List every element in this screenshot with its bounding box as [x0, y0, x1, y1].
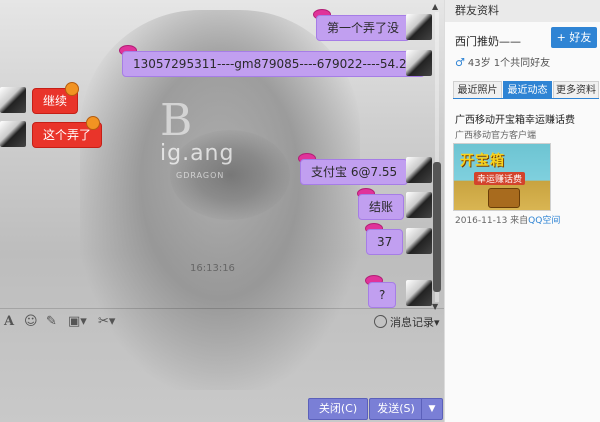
- history-label: 消息记录: [390, 316, 434, 329]
- feed-image[interactable]: 开宝箱 幸运赚话费: [453, 143, 551, 211]
- feed-title[interactable]: 广西移动开宝箱幸运赚话费: [455, 111, 575, 126]
- edit-icon[interactable]: ✎: [46, 314, 57, 329]
- feed-source: 广西移动官方客户端: [455, 131, 537, 141]
- tab-recent-photos[interactable]: 最近照片: [453, 81, 502, 99]
- member-info-text: 43岁 1个共同好友: [467, 58, 551, 69]
- scroll-up-icon[interactable]: ▲: [432, 2, 438, 11]
- treasure-chest-icon: [488, 188, 520, 208]
- chat-bubble[interactable]: 13057295311----gm879085----679022----54.…: [122, 51, 426, 77]
- male-icon: ♂: [455, 56, 465, 69]
- avatar[interactable]: [406, 14, 432, 40]
- message-list: 第一个弄了没 13057295311----gm879085----679022…: [0, 0, 444, 308]
- member-name: 西门推奶——: [455, 35, 521, 48]
- chat-bubble[interactable]: 37: [366, 229, 404, 255]
- avatar[interactable]: [406, 192, 432, 218]
- pin-icon: [86, 116, 100, 130]
- member-info: ♂ 43岁 1个共同好友: [455, 54, 550, 69]
- avatar[interactable]: [0, 121, 26, 147]
- chat-scrollbar[interactable]: ▲ ▼: [432, 2, 441, 311]
- font-icon[interactable]: A: [4, 314, 14, 329]
- chat-bubble[interactable]: ?: [368, 282, 397, 308]
- avatar[interactable]: [406, 50, 432, 76]
- feed-image-subtitle: 幸运赚话费: [474, 172, 526, 185]
- chat-bubble[interactable]: 结账: [358, 194, 405, 220]
- add-friend-button[interactable]: + 好友: [551, 27, 597, 48]
- chat-window: B ig.ang GDRAGON 第一个弄了没 13057295311----g…: [0, 0, 444, 422]
- tab-recent-activity[interactable]: 最近动态: [503, 81, 552, 99]
- chat-bubble[interactable]: 第一个弄了没: [316, 15, 411, 41]
- input-toolbar: A ☺ ✎ ▣▾ ✂▾ 消息记录▾: [0, 308, 444, 335]
- close-button[interactable]: 关闭(C): [308, 398, 368, 420]
- message-history-button[interactable]: 消息记录▾: [374, 314, 440, 330]
- feed-date-text: 2016-11-13 来自: [455, 216, 529, 226]
- panel-title: 群友资料: [445, 0, 600, 22]
- tab-more-info[interactable]: 更多资料: [553, 81, 599, 99]
- pin-icon: [65, 82, 79, 96]
- avatar[interactable]: [406, 228, 432, 254]
- clock-icon: [374, 315, 387, 328]
- chevron-down-icon: ▾: [434, 316, 440, 329]
- feed-date: 2016-11-13 来自QQ空间: [455, 213, 560, 226]
- tab-divider: [453, 98, 599, 99]
- chat-bubble[interactable]: 支付宝 6@7.55: [300, 159, 409, 185]
- feed-image-title: 开宝箱: [460, 153, 505, 169]
- image-icon[interactable]: ▣▾: [68, 314, 87, 329]
- qzone-link[interactable]: QQ空间: [528, 216, 560, 226]
- profile-tabs: 最近照片 最近动态 更多资料: [453, 81, 599, 99]
- scissors-icon[interactable]: ✂▾: [98, 314, 115, 329]
- member-profile-panel: 群友资料 西门推奶—— + 好友 ♂ 43岁 1个共同好友 最近照片 最近动态 更…: [444, 0, 600, 422]
- emoji-icon[interactable]: ☺: [24, 314, 38, 329]
- scrollbar-thumb[interactable]: [433, 162, 441, 292]
- send-button[interactable]: 发送(S): [369, 398, 423, 420]
- avatar[interactable]: [0, 87, 26, 113]
- message-timestamp: 16:13:16: [190, 263, 235, 274]
- avatar[interactable]: [406, 280, 432, 306]
- send-options-button[interactable]: ▼: [421, 398, 443, 420]
- avatar[interactable]: [406, 157, 432, 183]
